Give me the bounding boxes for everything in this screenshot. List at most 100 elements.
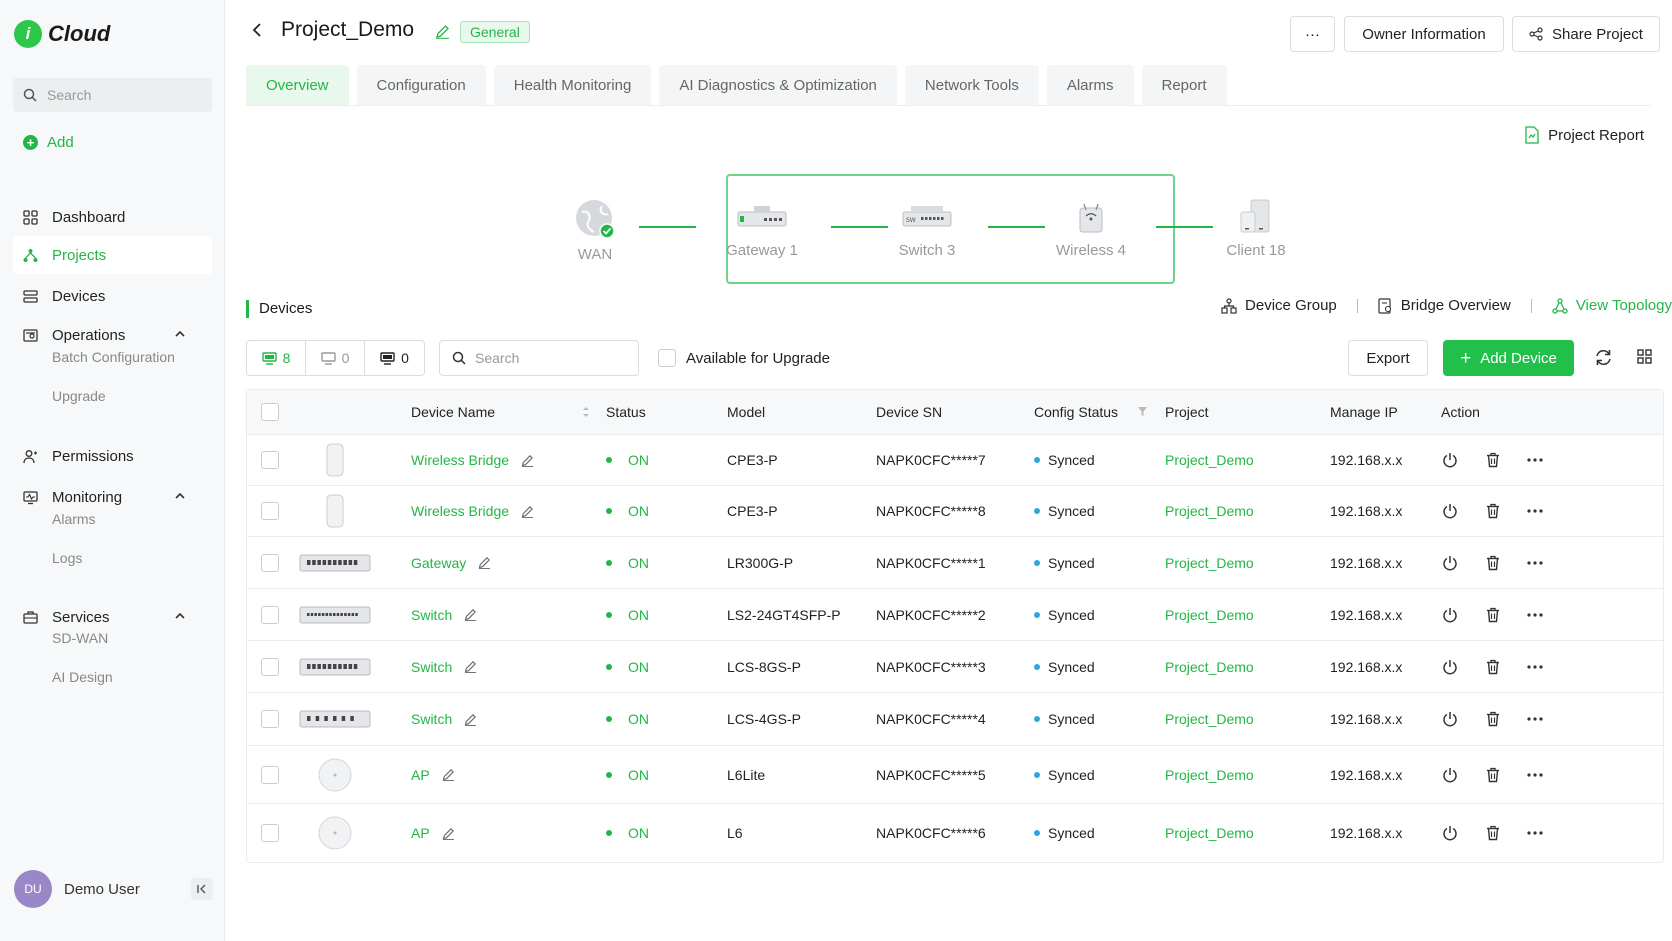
edit-pencil-icon[interactable] xyxy=(521,505,534,518)
topology-wan[interactable]: WAN xyxy=(550,198,640,263)
table-row[interactable]: Wireless Bridge ON CPE3-P NAPK0CFC*****8 Syn… xyxy=(247,486,1663,537)
row-checkbox[interactable] xyxy=(261,553,279,572)
sidebar-search-input[interactable]: Search xyxy=(13,78,212,112)
share-project-button[interactable]: Share Project xyxy=(1512,16,1660,52)
grid-view-icon[interactable] xyxy=(1637,349,1652,364)
project-link[interactable]: Project_Demo xyxy=(1165,746,1254,803)
topology-switch[interactable]: SW Switch 3 xyxy=(882,198,972,259)
reboot-button[interactable] xyxy=(1442,746,1458,803)
device-name-link[interactable]: Switch xyxy=(411,607,452,623)
checkbox[interactable] xyxy=(658,349,676,367)
collapse-sidebar-button[interactable] xyxy=(191,878,213,900)
reboot-button[interactable] xyxy=(1442,693,1458,745)
row-more-button[interactable] xyxy=(1527,641,1543,692)
tab-health-monitoring[interactable]: Health Monitoring xyxy=(493,65,652,105)
reboot-button[interactable] xyxy=(1442,641,1458,692)
project-link[interactable]: Project_Demo xyxy=(1165,486,1254,536)
tab-alarms[interactable]: Alarms xyxy=(1046,65,1134,105)
device-name-link[interactable]: Gateway xyxy=(411,555,466,571)
filter-online-count[interactable]: 8 xyxy=(247,341,306,375)
table-row[interactable]: Gateway ON LR300G-P NAPK0CFC*****1 Synced Pro… xyxy=(247,537,1663,589)
delete-button[interactable] xyxy=(1486,804,1500,862)
row-more-button[interactable] xyxy=(1527,435,1543,485)
row-checkbox[interactable] xyxy=(261,765,279,784)
app-logo[interactable]: i Cloud xyxy=(14,20,110,48)
sidebar-item-upgrade[interactable]: Upgrade xyxy=(52,388,106,404)
available-for-upgrade-checkbox[interactable]: Available for Upgrade xyxy=(658,349,830,367)
delete-button[interactable] xyxy=(1486,641,1500,692)
edit-pencil-icon[interactable] xyxy=(464,608,477,621)
sidebar-item-dashboard[interactable]: Dashboard xyxy=(13,198,212,236)
sidebar-item-sdwan[interactable]: SD-WAN xyxy=(52,630,108,646)
reboot-button[interactable] xyxy=(1442,589,1458,640)
delete-button[interactable] xyxy=(1486,746,1500,803)
project-link[interactable]: Project_Demo xyxy=(1165,641,1254,692)
topology-client[interactable]: Client 18 xyxy=(1211,198,1301,259)
device-name-link[interactable]: AP xyxy=(411,825,430,841)
row-more-button[interactable] xyxy=(1527,693,1543,745)
row-checkbox[interactable] xyxy=(261,824,279,842)
device-name-link[interactable]: Switch xyxy=(411,711,452,727)
tab-ai-diagnostics[interactable]: AI Diagnostics & Optimization xyxy=(659,65,897,105)
sidebar-item-projects[interactable]: Projects xyxy=(13,236,212,274)
row-checkbox[interactable] xyxy=(261,502,279,520)
back-arrow-icon[interactable] xyxy=(250,22,264,38)
add-button[interactable]: + Add xyxy=(23,134,74,151)
edit-pencil-icon[interactable] xyxy=(478,556,491,569)
row-more-button[interactable] xyxy=(1527,486,1543,536)
edit-pencil-icon[interactable] xyxy=(442,768,455,781)
sidebar-item-logs[interactable]: Logs xyxy=(52,550,82,566)
tab-configuration[interactable]: Configuration xyxy=(356,65,486,105)
table-row[interactable]: Wireless Bridge ON CPE3-P NAPK0CFC*****7 Syn… xyxy=(247,435,1663,486)
row-checkbox[interactable] xyxy=(261,605,279,624)
table-row[interactable]: Switch ON LCS-4GS-P NAPK0CFC*****4 Synced Pro… xyxy=(247,693,1663,746)
tab-report[interactable]: Report xyxy=(1141,65,1227,105)
owner-information-button[interactable]: Owner Information xyxy=(1344,16,1504,52)
reboot-button[interactable] xyxy=(1442,804,1458,862)
row-more-button[interactable] xyxy=(1527,537,1543,588)
reboot-button[interactable] xyxy=(1442,435,1458,485)
project-link[interactable]: Project_Demo xyxy=(1165,435,1254,485)
delete-button[interactable] xyxy=(1486,693,1500,745)
view-topology-link[interactable]: View Topology xyxy=(1552,297,1672,314)
tab-overview[interactable]: Overview xyxy=(246,65,349,105)
reboot-button[interactable] xyxy=(1442,537,1458,588)
reboot-button[interactable] xyxy=(1442,486,1458,536)
device-search-input[interactable]: Search xyxy=(439,340,639,376)
device-name-link[interactable]: Wireless Bridge xyxy=(411,452,509,468)
sidebar-item-services[interactable]: Services xyxy=(13,598,212,636)
project-link[interactable]: Project_Demo xyxy=(1165,804,1254,862)
export-button[interactable]: Export xyxy=(1348,340,1428,376)
add-device-button[interactable]: + Add Device xyxy=(1443,340,1574,376)
project-link[interactable]: Project_Demo xyxy=(1165,537,1254,588)
edit-pencil-icon[interactable] xyxy=(521,454,534,467)
project-link[interactable]: Project_Demo xyxy=(1165,589,1254,640)
delete-button[interactable] xyxy=(1486,486,1500,536)
edit-pencil-icon[interactable] xyxy=(442,827,455,840)
sidebar-item-devices[interactable]: Devices xyxy=(13,277,212,315)
table-row[interactable]: AP ON L6Lite NAPK0CFC*****5 Synced Project_De… xyxy=(247,746,1663,804)
row-checkbox[interactable] xyxy=(261,451,279,469)
filter-other-count[interactable]: 0 xyxy=(365,341,424,375)
row-more-button[interactable] xyxy=(1527,804,1543,862)
project-report-link[interactable]: Project Report xyxy=(1524,126,1644,144)
edit-pencil-icon[interactable] xyxy=(435,24,450,39)
more-button[interactable]: ··· xyxy=(1290,16,1335,52)
filter-icon[interactable] xyxy=(1137,406,1148,417)
edit-pencil-icon[interactable] xyxy=(464,660,477,673)
sort-icon[interactable] xyxy=(581,405,591,419)
refresh-icon[interactable] xyxy=(1594,348,1613,367)
edit-pencil-icon[interactable] xyxy=(464,713,477,726)
row-checkbox[interactable] xyxy=(261,657,279,676)
row-checkbox[interactable] xyxy=(261,710,279,728)
sidebar-item-alarms[interactable]: Alarms xyxy=(52,511,96,527)
filter-offline-count[interactable]: 0 xyxy=(306,341,365,375)
row-more-button[interactable] xyxy=(1527,746,1543,803)
row-more-button[interactable] xyxy=(1527,589,1543,640)
topology-wireless[interactable]: Wireless 4 xyxy=(1046,198,1136,259)
table-row[interactable]: AP ON L6 NAPK0CFC*****6 Synced Project_Demo 19… xyxy=(247,804,1663,862)
topology-gateway[interactable]: Gateway 1 xyxy=(717,198,807,259)
delete-button[interactable] xyxy=(1486,537,1500,588)
sidebar-item-batch-configuration[interactable]: Batch Configuration xyxy=(52,349,175,365)
user-profile[interactable]: DU Demo User xyxy=(14,870,213,908)
